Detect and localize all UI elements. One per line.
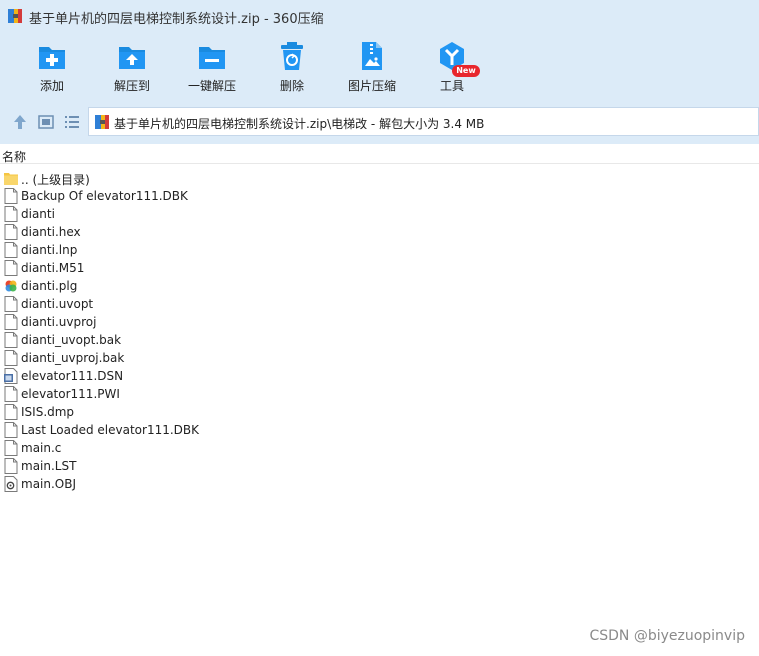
- delete-icon: [281, 42, 303, 70]
- zip-archive-icon: [95, 115, 109, 129]
- file-name: dianti.hex: [21, 225, 81, 239]
- file-row[interactable]: elevator111.DSN: [0, 367, 759, 385]
- file-icon: [4, 206, 18, 222]
- file-icon: [4, 314, 18, 330]
- new-badge: New: [452, 65, 480, 77]
- tools-button[interactable]: 工具: [412, 32, 492, 98]
- file-row[interactable]: main.c: [0, 439, 759, 457]
- file-icon: [4, 242, 18, 258]
- obj-file-icon: [4, 476, 18, 492]
- file-row[interactable]: dianti.plg: [0, 277, 759, 295]
- file-icon: [4, 296, 18, 312]
- address-bar[interactable]: 基于单片机的四层电梯控制系统设计.zip\电梯改 - 解包大小为 3.4 MB: [88, 107, 759, 136]
- up-arrow-icon[interactable]: [10, 112, 30, 132]
- extract-to-button[interactable]: 解压到: [92, 32, 172, 98]
- file-row[interactable]: dianti: [0, 205, 759, 223]
- file-name: main.c: [21, 441, 62, 455]
- add-label: 添加: [39, 79, 64, 93]
- file-icon: [4, 188, 18, 204]
- file-row[interactable]: main.OBJ: [0, 475, 759, 493]
- file-name: Backup Of elevator111.DBK: [21, 189, 188, 203]
- file-icon: [4, 440, 18, 456]
- name-column-header[interactable]: 名称: [2, 148, 26, 165]
- extract-to-icon: [119, 47, 145, 69]
- file-icon: [4, 386, 18, 402]
- file-row[interactable]: main.LST: [0, 457, 759, 475]
- top-panel: 基于单片机的四层电梯控制系统设计.zip - 360压缩 添加 解压到 一键解压…: [0, 0, 759, 144]
- tools-label: 工具: [439, 79, 464, 93]
- file-name: main.LST: [21, 459, 77, 473]
- file-row[interactable]: dianti.uvproj: [0, 313, 759, 331]
- file-name: dianti.lnp: [21, 243, 78, 257]
- file-row[interactable]: dianti_uvopt.bak: [0, 331, 759, 349]
- one-click-extract-label: 一键解压: [187, 79, 236, 93]
- toolbar: 添加 解压到 一键解压 删除 图片压缩 工具 New: [0, 32, 759, 100]
- list-view-icon[interactable]: [62, 112, 82, 132]
- dsn-file-icon: [4, 368, 18, 384]
- file-list: .. (上级目录) Backup Of elevator111.DBK dianti…: [0, 169, 759, 493]
- zip-archive-icon: [8, 9, 22, 23]
- folder-icon: [4, 170, 18, 186]
- one-click-extract-button[interactable]: 一键解压: [172, 32, 252, 98]
- file-row[interactable]: .. (上级目录): [0, 169, 759, 187]
- file-name: main.OBJ: [21, 477, 77, 491]
- colorful-file-icon: [4, 278, 18, 294]
- file-row[interactable]: elevator111.PWI: [0, 385, 759, 403]
- title-bar: 基于单片机的四层电梯控制系统设计.zip - 360压缩: [0, 0, 759, 32]
- delete-button[interactable]: 删除: [252, 32, 332, 98]
- navigation-bar: 基于单片机的四层电梯控制系统设计.zip\电梯改 - 解包大小为 3.4 MB: [0, 107, 759, 137]
- image-compress-icon: [362, 42, 382, 70]
- file-row[interactable]: dianti.lnp: [0, 241, 759, 259]
- file-row[interactable]: Last Loaded elevator111.DBK: [0, 421, 759, 439]
- watermark: CSDN @biyezuopinvip: [589, 628, 745, 644]
- path-text: 基于单片机的四层电梯控制系统设计.zip\电梯改 - 解包大小为 3.4 MB: [114, 117, 485, 131]
- window-title: 基于单片机的四层电梯控制系统设计.zip - 360压缩: [29, 12, 324, 27]
- file-name: dianti: [21, 207, 55, 221]
- file-icon: [4, 350, 18, 366]
- file-row[interactable]: dianti.hex: [0, 223, 759, 241]
- image-compress-label: 图片压缩: [347, 79, 396, 93]
- file-icon: [4, 458, 18, 474]
- file-icon: [4, 422, 18, 438]
- file-name: dianti_uvopt.bak: [21, 333, 122, 347]
- add-icon: [39, 47, 65, 69]
- file-icon: [4, 224, 18, 240]
- file-icon: [4, 260, 18, 276]
- image-compress-button[interactable]: 图片压缩: [332, 32, 412, 98]
- file-row[interactable]: dianti_uvproj.bak: [0, 349, 759, 367]
- file-name: .. (上级目录): [21, 173, 90, 187]
- file-name: elevator111.PWI: [21, 387, 120, 401]
- delete-label: 删除: [279, 79, 304, 93]
- file-name: Last Loaded elevator111.DBK: [21, 423, 200, 437]
- file-row[interactable]: dianti.M51: [0, 259, 759, 277]
- file-name: dianti_uvproj.bak: [21, 351, 125, 365]
- file-name: ISIS.dmp: [21, 405, 75, 419]
- file-name: dianti.plg: [21, 279, 78, 293]
- file-row[interactable]: dianti.uvopt: [0, 295, 759, 313]
- file-icon: [4, 404, 18, 420]
- file-name: dianti.uvopt: [21, 297, 94, 311]
- one-click-extract-icon: [199, 47, 225, 69]
- file-row[interactable]: ISIS.dmp: [0, 403, 759, 421]
- extract-to-label: 解压到: [113, 79, 150, 93]
- file-name: dianti.M51: [21, 261, 85, 275]
- file-name: elevator111.DSN: [21, 369, 124, 383]
- file-row[interactable]: Backup Of elevator111.DBK: [0, 187, 759, 205]
- thumbnail-view-icon[interactable]: [36, 112, 56, 132]
- file-name: dianti.uvproj: [21, 315, 97, 329]
- file-icon: [4, 332, 18, 348]
- add-button[interactable]: 添加: [12, 32, 92, 98]
- column-header-row: 名称: [0, 144, 759, 164]
